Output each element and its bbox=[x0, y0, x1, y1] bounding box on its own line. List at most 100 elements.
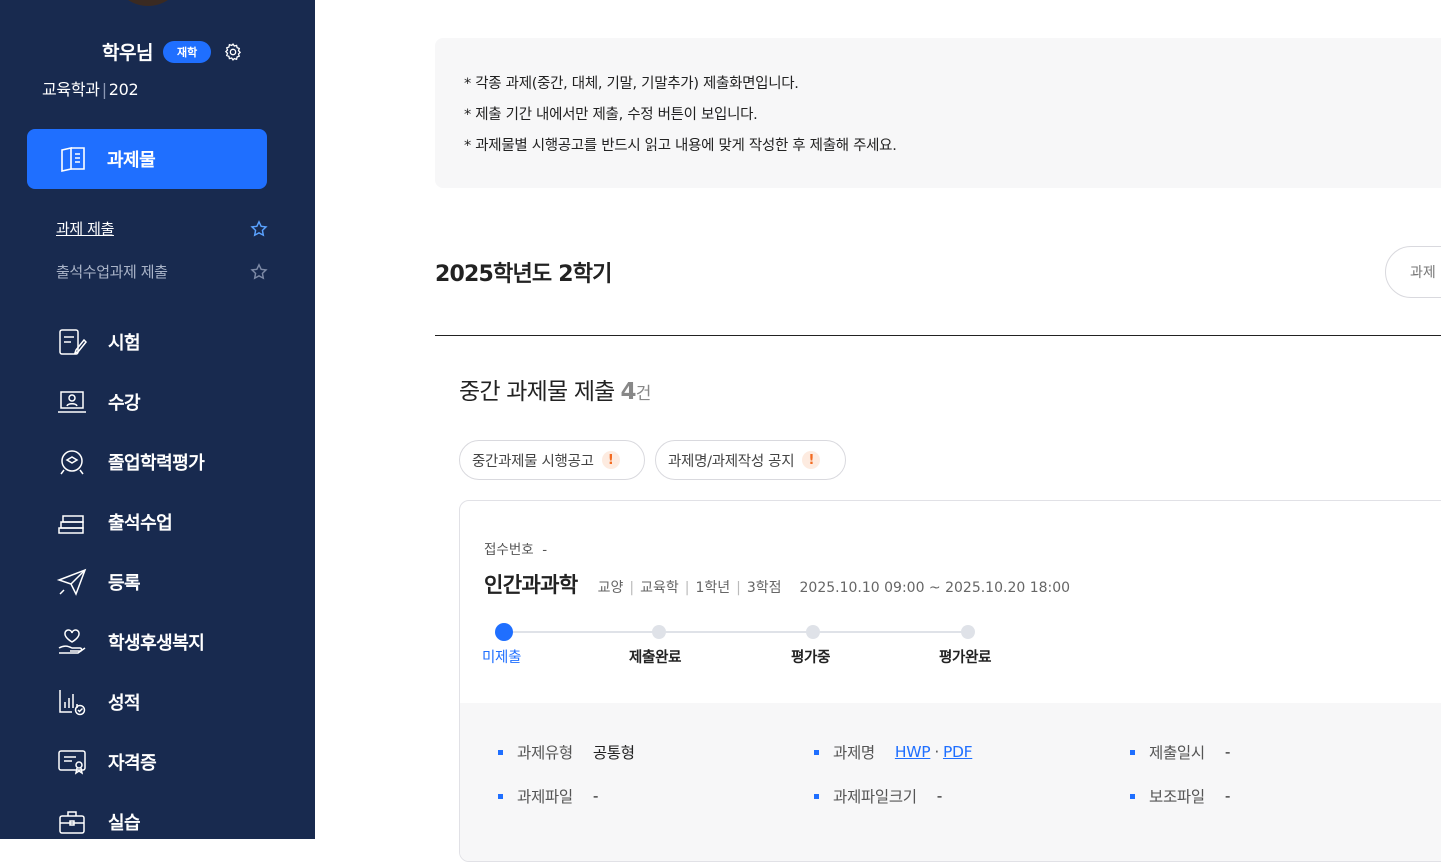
course-category: 교양 bbox=[597, 580, 624, 596]
course-meta: 교양 | 교육학 | 1학년 | 3학점 bbox=[597, 580, 782, 596]
menu-assignment-label: 과제물 bbox=[107, 150, 156, 171]
menu-label: 실습 bbox=[108, 813, 141, 834]
divider bbox=[435, 335, 1441, 336]
submitted-at: 제출일시 - bbox=[1130, 741, 1230, 763]
section-count: 4 bbox=[620, 379, 637, 405]
sidebar: 학우님 재학 교육학과|202 과제물 과제 제출 출석수업과제 제출 시험 bbox=[0, 0, 315, 839]
menu-attendance[interactable]: 출석수업 bbox=[56, 502, 173, 542]
detail-label: 보조파일 bbox=[1149, 788, 1205, 806]
pill-label: 과제명/과제작성 공지 bbox=[668, 453, 795, 470]
menu-label: 성적 bbox=[108, 693, 141, 714]
menu-exam[interactable]: 시험 bbox=[56, 322, 141, 362]
menu-assignment[interactable]: 과제물 bbox=[27, 129, 267, 189]
step-not-submitted: 미제출 bbox=[482, 650, 522, 666]
menu-label: 학생후생복지 bbox=[108, 633, 205, 654]
menu-certificate[interactable]: 자격증 bbox=[56, 742, 157, 782]
star-icon[interactable] bbox=[250, 219, 268, 238]
detail-label: 제출일시 bbox=[1149, 744, 1205, 762]
heart-hand-icon bbox=[58, 629, 86, 654]
auxiliary-file: 보조파일 - bbox=[1130, 785, 1230, 807]
book-icon bbox=[61, 147, 85, 172]
menu-lecture[interactable]: 수강 bbox=[56, 382, 141, 422]
menu-welfare[interactable]: 학생후생복지 bbox=[56, 622, 205, 662]
notice-line: * 과제물별 시행공고를 반드시 읽고 내용에 맞게 작성한 후 제출해 주세요… bbox=[464, 138, 897, 154]
menu-practice[interactable]: 실습 bbox=[56, 802, 141, 842]
student-id: 202 bbox=[108, 80, 139, 99]
warning-icon: ! bbox=[601, 451, 620, 469]
menu-graduation-eval[interactable]: 졸업학력평가 bbox=[56, 442, 205, 482]
course-credits: 3학점 bbox=[746, 580, 782, 596]
assignment-details: 과제유형 공통형 과제명 HWP · PDF 제출일시 - 과제파일 - 과제파일크기 - … bbox=[460, 703, 1441, 861]
menu-label: 졸업학력평가 bbox=[108, 453, 205, 474]
menu-label: 시험 bbox=[108, 333, 141, 354]
pdf-download-link[interactable]: PDF bbox=[943, 743, 973, 761]
detail-value: - bbox=[1224, 743, 1231, 761]
detail-value: - bbox=[592, 787, 599, 805]
submenu-assignment-submit[interactable]: 과제 제출 bbox=[56, 218, 268, 239]
step-evaluating: 평가중 bbox=[791, 650, 831, 666]
course-department: 교육학 bbox=[640, 580, 679, 596]
user-info: 학우님 재학 bbox=[102, 38, 243, 65]
section-count-unit: 건 bbox=[635, 384, 652, 404]
submenu-label: 출석수업과제 제출 bbox=[56, 263, 168, 281]
menu-label: 등록 bbox=[108, 573, 141, 594]
progress-line bbox=[504, 631, 969, 633]
receipt-number: 접수번호 - bbox=[484, 538, 547, 558]
section-title-text: 중간 과제물 제출 bbox=[459, 379, 615, 405]
menu-registration[interactable]: 등록 bbox=[56, 562, 141, 602]
detail-label: 과제명 bbox=[833, 744, 875, 762]
grade-chart-icon bbox=[59, 690, 86, 716]
menu-grades[interactable]: 성적 bbox=[56, 682, 141, 722]
warning-icon: ! bbox=[802, 451, 821, 469]
user-name: 학우님 bbox=[102, 42, 153, 64]
certificate-icon bbox=[58, 750, 86, 775]
step-dot bbox=[652, 625, 666, 639]
lecture-icon bbox=[58, 391, 86, 413]
term-title: 2025학년도 2학기 bbox=[435, 262, 612, 287]
paper-plane-icon bbox=[56, 568, 87, 596]
detail-value: - bbox=[1224, 787, 1231, 805]
menu-label: 출석수업 bbox=[108, 513, 173, 534]
notice-line: * 제출 기간 내에서만 제출, 수정 버튼이 보입니다. bbox=[464, 107, 758, 123]
notice-line: * 각종 과제(중간, 대체, 기말, 기말추가) 제출화면입니다. bbox=[464, 76, 799, 92]
detail-label: 과제파일 bbox=[517, 788, 573, 806]
assignment-type: 과제유형 공통형 bbox=[498, 741, 635, 763]
exam-icon bbox=[59, 329, 88, 355]
submission-period: 2025.10.10 09:00 ~ 2025.10.20 18:00 bbox=[799, 580, 1071, 596]
midterm-notice-button[interactable]: 중간과제물 시행공고 ! bbox=[459, 440, 645, 480]
assignment-file: 과제파일 - bbox=[498, 785, 598, 807]
assignment-search-input[interactable]: 과제 bbox=[1385, 246, 1441, 298]
assignment-file-size: 과제파일크기 - bbox=[814, 785, 942, 807]
receipt-label: 접수번호 bbox=[484, 542, 534, 558]
course-info: 인간과과학 교양 | 교육학 | 1학년 | 3학점 2025.10.10 09:00 ~ … bbox=[484, 569, 1070, 599]
hwp-download-link[interactable]: HWP bbox=[895, 743, 931, 761]
briefcase-icon bbox=[59, 811, 85, 834]
gear-icon[interactable] bbox=[223, 42, 243, 62]
star-icon[interactable] bbox=[250, 262, 268, 281]
step-submitted: 제출완료 bbox=[629, 650, 682, 666]
assignment-name: 과제명 HWP · PDF bbox=[814, 741, 973, 763]
progress-steps: 미제출 제출완료 평가중 평가완료 bbox=[460, 616, 1020, 676]
detail-value: 공통형 bbox=[592, 744, 635, 762]
course-year: 1학년 bbox=[695, 580, 731, 596]
pill-label: 중간과제물 시행공고 bbox=[472, 453, 594, 470]
books-icon bbox=[58, 515, 84, 534]
detail-label: 과제유형 bbox=[517, 744, 573, 762]
detail-value: - bbox=[936, 787, 943, 805]
search-placeholder: 과제 bbox=[1410, 265, 1436, 281]
step-evaluated: 평가완료 bbox=[939, 650, 992, 666]
graduation-eval-icon bbox=[60, 450, 84, 475]
step-dot-active bbox=[495, 623, 513, 641]
avatar bbox=[104, 0, 192, 10]
step-dot bbox=[961, 625, 975, 639]
course-name: 인간과과학 bbox=[484, 573, 578, 597]
status-badge: 재학 bbox=[162, 40, 212, 63]
department: 교육학과 bbox=[42, 80, 100, 99]
assignment-notice-button[interactable]: 과제명/과제작성 공지 ! bbox=[655, 440, 846, 480]
submenu-attendance-assignment[interactable]: 출석수업과제 제출 bbox=[56, 261, 268, 282]
section-title: 중간 과제물 제출 4건 bbox=[459, 372, 651, 406]
department-info: 교육학과 | 202 bbox=[42, 80, 139, 99]
step-dot bbox=[806, 625, 820, 639]
link-separator: · bbox=[934, 743, 939, 761]
receipt-value: - bbox=[542, 542, 548, 558]
